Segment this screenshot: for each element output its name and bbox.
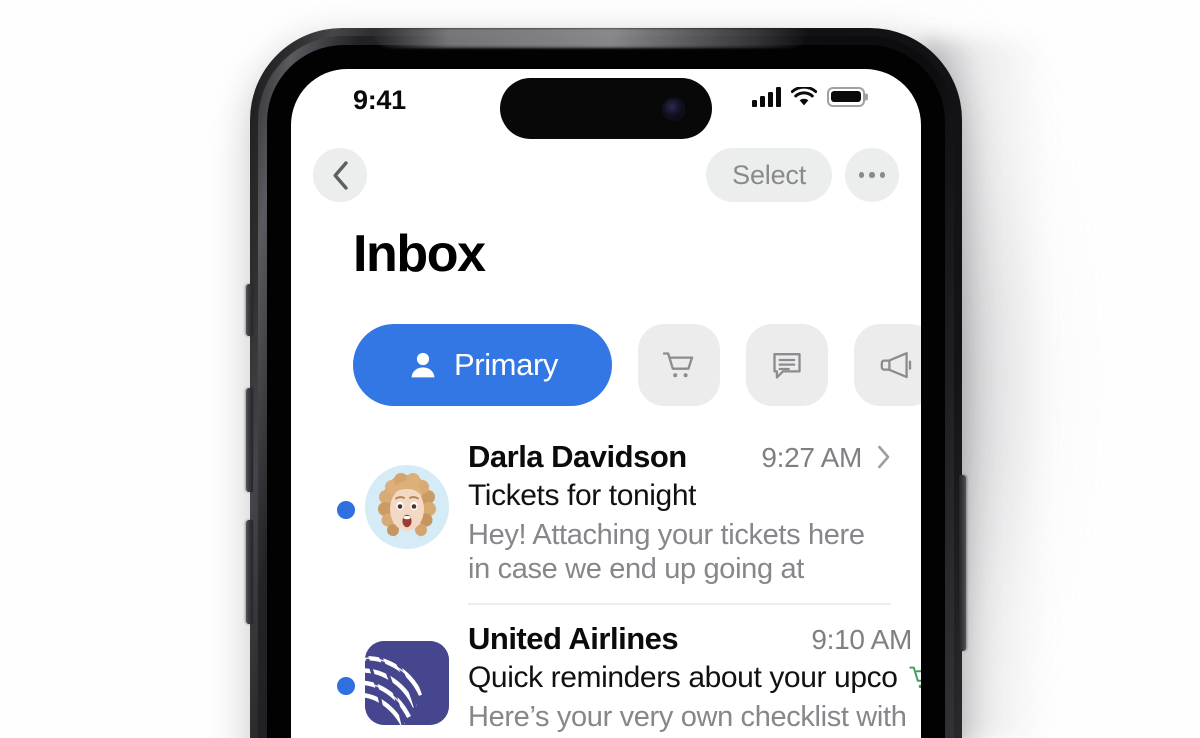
category-pill-primary-label: Primary (454, 347, 558, 382)
power-button[interactable] (959, 475, 966, 651)
more-options-button[interactable] (845, 148, 899, 202)
mail-time: 9:27 AM (761, 442, 862, 473)
unread-indicator (337, 501, 355, 519)
avatar (365, 641, 449, 725)
volume-down-button[interactable] (246, 520, 253, 624)
mail-row-content: United Airlines 9:10 AM Quick reminders … (468, 621, 921, 738)
page-title: Inbox (353, 225, 486, 283)
iphone-device-frame: 9:41 Select Inbox Primary Darla Davidson… (246, 28, 966, 738)
cart-badge-icon (909, 666, 921, 689)
mail-row[interactable]: Darla Davidson 9:27 AM Tickets for tonig… (291, 429, 921, 605)
category-pill-transactions[interactable] (638, 324, 720, 406)
mail-time: 9:10 AM (811, 624, 912, 655)
select-button[interactable]: Select (706, 148, 832, 202)
status-bar-time: 9:41 (353, 85, 406, 115)
unread-indicator (337, 677, 355, 695)
select-button-label: Select (732, 159, 806, 190)
avatar (365, 465, 449, 549)
mail-list: Darla Davidson 9:27 AM Tickets for tonig… (291, 429, 921, 738)
ellipsis-icon (858, 172, 886, 178)
navigation-bar: Select (291, 131, 921, 219)
volume-up-button[interactable] (246, 388, 253, 492)
memoji-avatar-icon (365, 465, 449, 549)
megaphone-icon (880, 352, 912, 379)
mail-preview: Hey! Attaching your tickets here in case… (468, 519, 865, 590)
status-bar-indicators (752, 86, 865, 107)
chevron-right-icon[interactable] (877, 445, 891, 469)
battery-icon (827, 86, 865, 107)
cart-icon (662, 352, 694, 378)
category-filter-bar: Primary (353, 324, 921, 406)
wifi-icon (791, 86, 817, 105)
screenshot-stage: 9:41 Select Inbox Primary Darla Davidson… (0, 0, 1200, 738)
phone-screen: 9:41 Select Inbox Primary Darla Davidson… (291, 69, 921, 738)
mail-sender: Darla Davidson (468, 439, 687, 474)
person-icon (411, 352, 435, 378)
mail-row[interactable]: United Airlines 9:10 AM Quick reminders … (291, 611, 921, 738)
mute-switch-button[interactable] (246, 284, 253, 336)
mail-row-content: Darla Davidson 9:27 AM Tickets for tonig… (468, 439, 921, 605)
cellular-signal-icon (752, 86, 781, 107)
chevron-left-icon (333, 160, 348, 190)
row-divider (468, 603, 891, 605)
mail-preview: Here’s your very own checklist with what… (468, 701, 907, 738)
status-bar: 9:41 (291, 69, 921, 139)
mail-sender: United Airlines (468, 621, 679, 656)
mail-subject: Quick reminders about your upcoming… (468, 661, 898, 694)
category-pill-primary[interactable]: Primary (353, 324, 612, 406)
category-pill-updates[interactable] (746, 324, 828, 406)
back-button[interactable] (313, 148, 367, 202)
category-pill-promotions[interactable] (854, 324, 921, 406)
mail-subject: Tickets for tonight (468, 479, 697, 512)
united-airlines-logo-icon (365, 641, 449, 725)
chat-bubble-icon (773, 353, 801, 379)
front-camera-icon (664, 99, 683, 118)
dynamic-island[interactable] (500, 78, 712, 139)
